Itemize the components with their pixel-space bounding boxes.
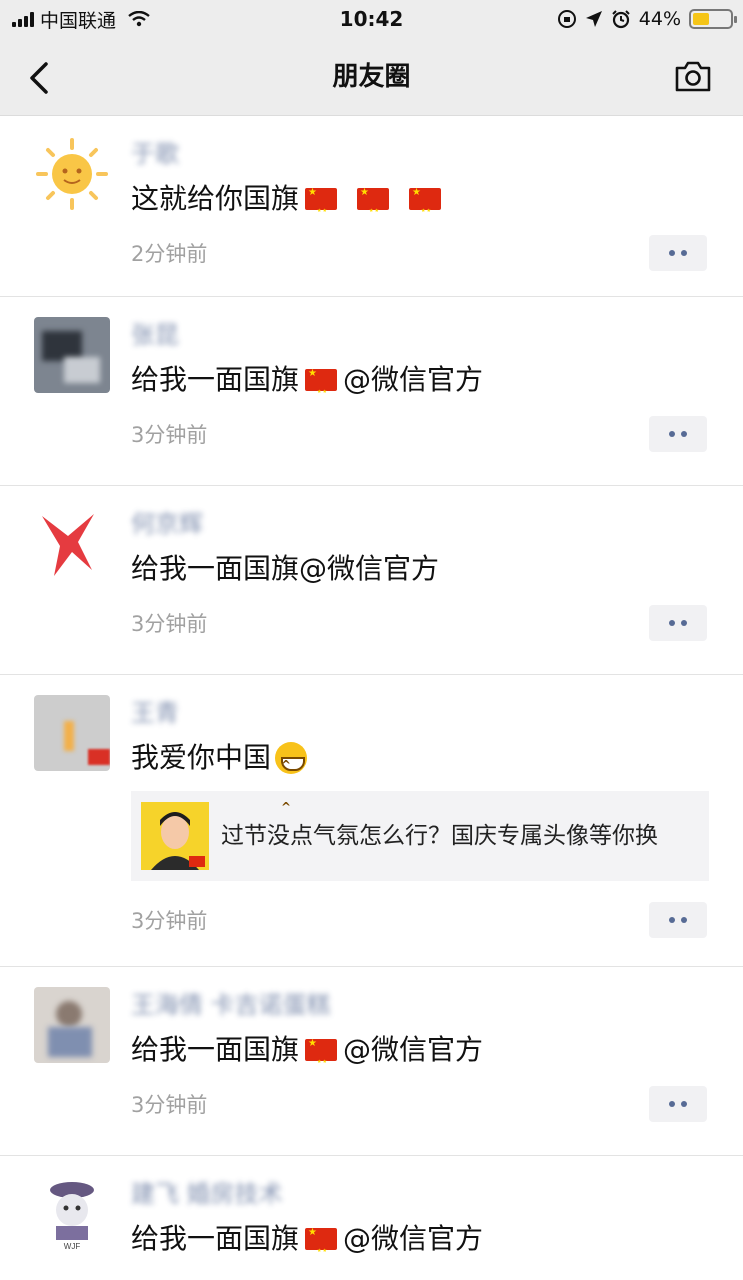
battery-level [693, 13, 709, 25]
china-flag-icon [305, 1228, 338, 1272]
china-flag-icon [305, 188, 338, 232]
post-author[interactable]: 何京辉 [131, 508, 203, 540]
nav-bar: 朋友圈 [0, 38, 743, 116]
post-time: 3分钟前 [131, 909, 208, 933]
moment-post: WJF 建飞 婚房技术 给我一面国旗 @微信官方 [0, 1156, 743, 1280]
status-right: 44% [557, 0, 737, 38]
post-author[interactable]: 王青 [131, 697, 179, 729]
mention-text: @微信官方 [343, 363, 484, 396]
mascot-avatar-icon: WJF [50, 1182, 94, 1251]
moment-post: 何京辉 给我一面国旗@微信官方 3分钟前 [0, 486, 743, 675]
post-author[interactable]: 建飞 婚房技术 [131, 1178, 283, 1210]
battery-icon [689, 9, 737, 29]
avatar[interactable] [34, 506, 110, 582]
post-content: 我爱你中国 [131, 737, 707, 828]
post-text: 给我一面国旗 [131, 1222, 300, 1255]
moment-post: 王青 我爱你中国 过节没点气氛怎么行？国庆专属头像等你换 [0, 675, 743, 967]
more-options-button[interactable] [649, 416, 707, 452]
mention-text: @微信官方 [343, 1222, 484, 1255]
avatar[interactable]: WJF [34, 1176, 110, 1252]
post-author[interactable]: 于歌 [131, 138, 179, 170]
post-meta: 3分钟前 [131, 415, 707, 453]
moment-post: 王海倩 卡吉诺蛋糕 给我一面国旗 @微信官方 3分钟前 [0, 967, 743, 1156]
post-text: 我爱你中国 [131, 741, 272, 774]
avatar[interactable] [34, 136, 110, 212]
link-thumbnail [141, 802, 209, 870]
china-flag-icon [305, 369, 338, 413]
china-flag-icon [409, 188, 442, 232]
post-content: 给我一面国旗 @微信官方 [131, 1029, 707, 1083]
china-flag-icon [305, 1039, 338, 1083]
cartoon-avatar-icon [141, 802, 209, 870]
page-title: 朋友圈 [332, 62, 411, 92]
china-flag-icon [357, 188, 390, 232]
post-time: 3分钟前 [131, 1093, 208, 1117]
avatar[interactable] [34, 695, 110, 771]
svg-text:WJF: WJF [64, 1242, 81, 1251]
avatar[interactable] [34, 317, 110, 393]
post-text: 给我一面国旗 [131, 1033, 300, 1066]
post-time: 3分钟前 [131, 423, 208, 447]
moment-post: 张昆 给我一面国旗 @微信官方 3分钟前 [0, 297, 743, 486]
rotation-lock-icon [557, 10, 576, 28]
moment-post: 于歌 这就给你国旗 2分钟前 [0, 116, 743, 297]
post-time: 3分钟前 [131, 612, 208, 636]
more-options-button[interactable] [649, 1086, 707, 1122]
mention-text: @微信官方 [343, 1033, 484, 1066]
post-author[interactable]: 张昆 [131, 319, 179, 351]
moments-feed: 于歌 这就给你国旗 2分钟前 张昆 给我一面国旗 @微信官方 [0, 116, 743, 1280]
shared-link-card[interactable]: 过节没点气氛怎么行？国庆专属头像等你换 [131, 791, 709, 881]
post-text: 给我一面国旗@微信官方 [131, 552, 440, 585]
post-meta: 2分钟前 [131, 234, 707, 272]
avatar[interactable] [34, 987, 110, 1063]
more-options-button[interactable] [649, 605, 707, 641]
more-options-button[interactable] [649, 902, 707, 938]
post-author[interactable]: 王海倩 卡吉诺蛋糕 [131, 989, 331, 1021]
post-meta: 3分钟前 [131, 604, 707, 642]
post-time: 2分钟前 [131, 242, 208, 266]
post-content: 给我一面国旗 @微信官方 [131, 359, 707, 413]
red-figure-avatar-icon [42, 514, 94, 576]
grin-emoji-icon [275, 742, 308, 828]
sun-avatar-icon [36, 138, 108, 210]
post-text: 这就给你国旗 [131, 182, 300, 215]
camera-icon[interactable] [673, 58, 713, 94]
alarm-icon [612, 10, 630, 29]
battery-percent: 44% [638, 8, 681, 30]
location-icon [585, 11, 602, 27]
post-content: 这就给你国旗 [131, 178, 707, 232]
more-options-button[interactable] [649, 235, 707, 271]
post-text: 给我一面国旗 [131, 363, 300, 396]
post-meta: 3分钟前 [131, 1085, 707, 1123]
post-meta: 3分钟前 [131, 901, 707, 939]
post-content: 给我一面国旗 @微信官方 [131, 1218, 707, 1272]
status-bar: 中国联通 10:42 44% [0, 0, 743, 38]
post-content: 给我一面国旗@微信官方 [131, 548, 707, 590]
